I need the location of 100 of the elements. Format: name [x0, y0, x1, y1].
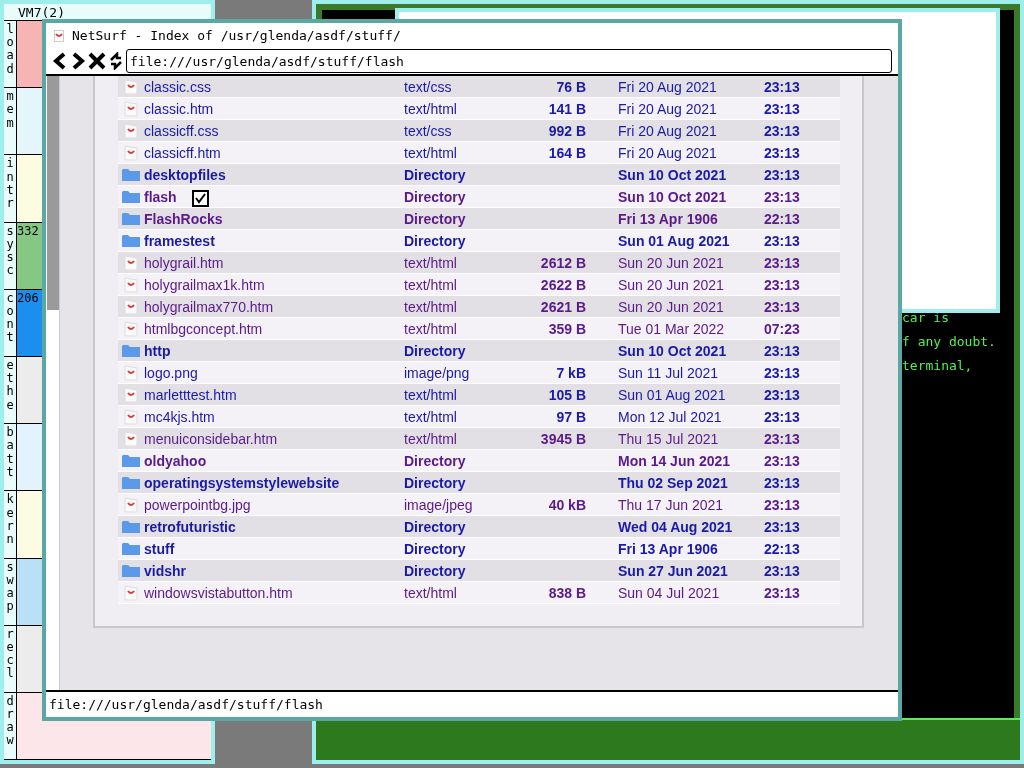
- table-row[interactable]: logo.png image/png 7 kB Sun 11 Jul 2021 23:13: [118, 362, 840, 384]
- file-link[interactable]: windowsvistabutton.htm: [144, 585, 404, 600]
- table-cell-text: text/html: [404, 387, 458, 402]
- file-link[interactable]: holygrailmax1k.htm: [144, 277, 404, 292]
- file-link[interactable]: oldyahoo: [144, 453, 404, 468]
- table-row[interactable]: holygrailmax770.htm text/html 2621 B Sun 20 Jun 2021 23:13: [118, 296, 840, 318]
- file-icon: [124, 386, 138, 403]
- table-cell-text: Fri 13 Apr 1906: [618, 211, 719, 226]
- url-field[interactable]: file:///usr/glenda/asdf/stuff/flash: [126, 49, 892, 73]
- file-link[interactable]: holygrailmax770.htm: [144, 299, 404, 314]
- table-row[interactable]: classic.css text/css 76 B Fri 20 Aug 2021 23:13: [118, 76, 840, 98]
- file-link[interactable]: classicff.htm: [144, 145, 404, 160]
- table-row[interactable]: retrofuturistic Directory Wed 04 Aug 2021 23:13: [118, 516, 840, 538]
- table-row[interactable]: holygrailmax1k.htm text/html 2622 B Sun 20 Jun 2021 23:13: [118, 274, 840, 296]
- table-cell-text: Directory: [404, 343, 467, 358]
- table-cell-text: text/css: [404, 79, 453, 94]
- table-cell: 2612 B: [540, 255, 586, 270]
- table-cell-text: Directory: [404, 563, 467, 578]
- table-row[interactable]: holygrail.htm text/html 2612 B Sun 20 Jun 2021 23:13: [118, 252, 840, 274]
- folder-icon: [122, 563, 140, 578]
- table-row[interactable]: menuiconsidebar.htm text/html 3945 B Thu 15 Jul 2021 23:13: [118, 428, 840, 450]
- table-cell: 40 kB: [548, 497, 586, 512]
- table-cell-text: text/html: [404, 299, 458, 314]
- meter-label: intr: [5, 157, 15, 211]
- stop-icon[interactable]: [88, 52, 106, 70]
- file-link[interactable]: mc4kjs.htm: [144, 409, 404, 424]
- table-row[interactable]: windowsvistabutton.htm text/html 838 B Sun 04 Jul 2021 23:13: [118, 582, 840, 604]
- file-link[interactable]: menuiconsidebar.htm: [144, 431, 404, 446]
- file-link[interactable]: holygrail.htm: [144, 255, 404, 270]
- back-icon[interactable]: [52, 52, 68, 70]
- meter-label: cont: [5, 291, 15, 345]
- window-title: NetSurf - Index of /usr/glenda/asdf/stuff/: [72, 29, 401, 42]
- table-cell-text: 23:13: [764, 563, 801, 578]
- table-row[interactable]: mc4kjs.htm text/html 97 B Mon 12 Jul 2021 23:13: [118, 406, 840, 428]
- table-cell: 2622 B: [540, 277, 586, 292]
- table-cell-text: 23:13: [764, 365, 801, 380]
- table-row[interactable]: classicff.css text/css 992 B Fri 20 Aug 2021 23:13: [118, 120, 840, 142]
- table-cell-text: image/png: [404, 365, 471, 380]
- reload-icon[interactable]: [108, 52, 124, 70]
- file-icon: [124, 122, 138, 139]
- table-cell-text: 23:13: [764, 167, 801, 182]
- table-cell-text: Fri 13 Apr 1906: [618, 541, 719, 556]
- table-cell-text: 22:13: [764, 211, 801, 226]
- file-link[interactable]: retrofuturistic: [144, 519, 404, 534]
- table-cell-text: Fri 20 Aug 2021: [618, 123, 718, 138]
- table-row[interactable]: operatingsystemstylewebsite Directory Thu 02 Sep 2021 23:13: [118, 472, 840, 494]
- table-cell-text: 23:13: [764, 387, 801, 402]
- table-cell: 97 B: [556, 409, 586, 424]
- table-row[interactable]: http Directory Sun 10 Oct 2021 23:13: [118, 340, 840, 362]
- table-row[interactable]: stuff Directory Fri 13 Apr 1906 22:13: [118, 538, 840, 560]
- table-cell-text: 23:13: [764, 585, 801, 600]
- table-cell-text: Directory: [404, 519, 467, 534]
- file-link[interactable]: htmlbgconcept.htm: [144, 321, 404, 336]
- folder-icon: [122, 167, 140, 182]
- file-link[interactable]: powerpointbg.jpg: [144, 497, 404, 512]
- table-row[interactable]: framestest Directory Sun 01 Aug 2021 23:13: [118, 230, 840, 252]
- table-cell-text: Directory: [404, 167, 467, 182]
- file-link[interactable]: logo.png: [144, 365, 404, 380]
- table-row[interactable]: marletttest.htm text/html 105 B Sun 01 Aug 2021 23:13: [118, 384, 840, 406]
- forward-icon[interactable]: [70, 52, 86, 70]
- terminal-text: car is: [902, 310, 950, 326]
- table-cell-text: Sun 20 Jun 2021: [618, 277, 725, 292]
- table-cell-text: Fri 20 Aug 2021: [618, 79, 718, 94]
- file-link[interactable]: flash: [144, 189, 404, 204]
- table-row[interactable]: FlashRocks Directory Fri 13 Apr 1906 22:13: [118, 208, 840, 230]
- table-cell-text: 23:13: [764, 189, 801, 204]
- table-row[interactable]: flash Directory Sun 10 Oct 2021 23:13: [118, 186, 840, 208]
- table-row[interactable]: oldyahoo Directory Mon 14 Jun 2021 23:13: [118, 450, 840, 472]
- file-icon: [124, 276, 138, 293]
- table-row[interactable]: powerpointbg.jpg image/jpeg 40 kB Thu 17 Jun 2021 23:13: [118, 494, 840, 516]
- file-link[interactable]: vidshr: [144, 563, 404, 578]
- file-link[interactable]: framestest: [144, 233, 404, 248]
- file-link[interactable]: desktopfiles: [144, 167, 404, 182]
- table-cell-text: 23:13: [764, 123, 801, 138]
- table-row[interactable]: vidshr Directory Sun 27 Jun 2021 23:13: [118, 560, 840, 582]
- file-link[interactable]: stuff: [144, 541, 404, 556]
- table-row[interactable]: desktopfiles Directory Sun 10 Oct 2021 23:13: [118, 164, 840, 186]
- table-row[interactable]: classicff.htm text/html 164 B Fri 20 Aug 2021 23:13: [118, 142, 840, 164]
- table-row[interactable]: htmlbgconcept.htm text/html 359 B Tue 01 Mar 2022 07:23: [118, 318, 840, 340]
- file-icon: [124, 584, 138, 601]
- file-link[interactable]: FlashRocks: [144, 211, 404, 226]
- table-cell-text: 23:13: [764, 145, 801, 160]
- file-link[interactable]: operatingsystemstylewebsite: [144, 475, 404, 490]
- table-cell-text: Thu 17 Jun 2021: [618, 497, 725, 512]
- file-link[interactable]: http: [144, 343, 404, 358]
- file-link[interactable]: classic.css: [144, 79, 404, 94]
- meter-label: recl: [5, 627, 15, 681]
- file-link[interactable]: classicff.css: [144, 123, 404, 138]
- scrollbar[interactable]: [46, 76, 60, 690]
- scrollbar-thumb[interactable]: [47, 76, 59, 310]
- file-link[interactable]: marletttest.htm: [144, 387, 404, 402]
- file-icon: [124, 408, 138, 425]
- table-cell: 141 B: [548, 101, 586, 116]
- table-row[interactable]: classic.htm text/html 141 B Fri 20 Aug 2021 23:13: [118, 98, 840, 120]
- table-cell-text: 23:13: [764, 255, 801, 270]
- table-cell-text: Directory: [404, 233, 467, 248]
- file-link[interactable]: classic.htm: [144, 101, 404, 116]
- file-icon: [124, 144, 138, 161]
- table-cell: 105 B: [548, 387, 586, 402]
- file-icon: [124, 364, 138, 381]
